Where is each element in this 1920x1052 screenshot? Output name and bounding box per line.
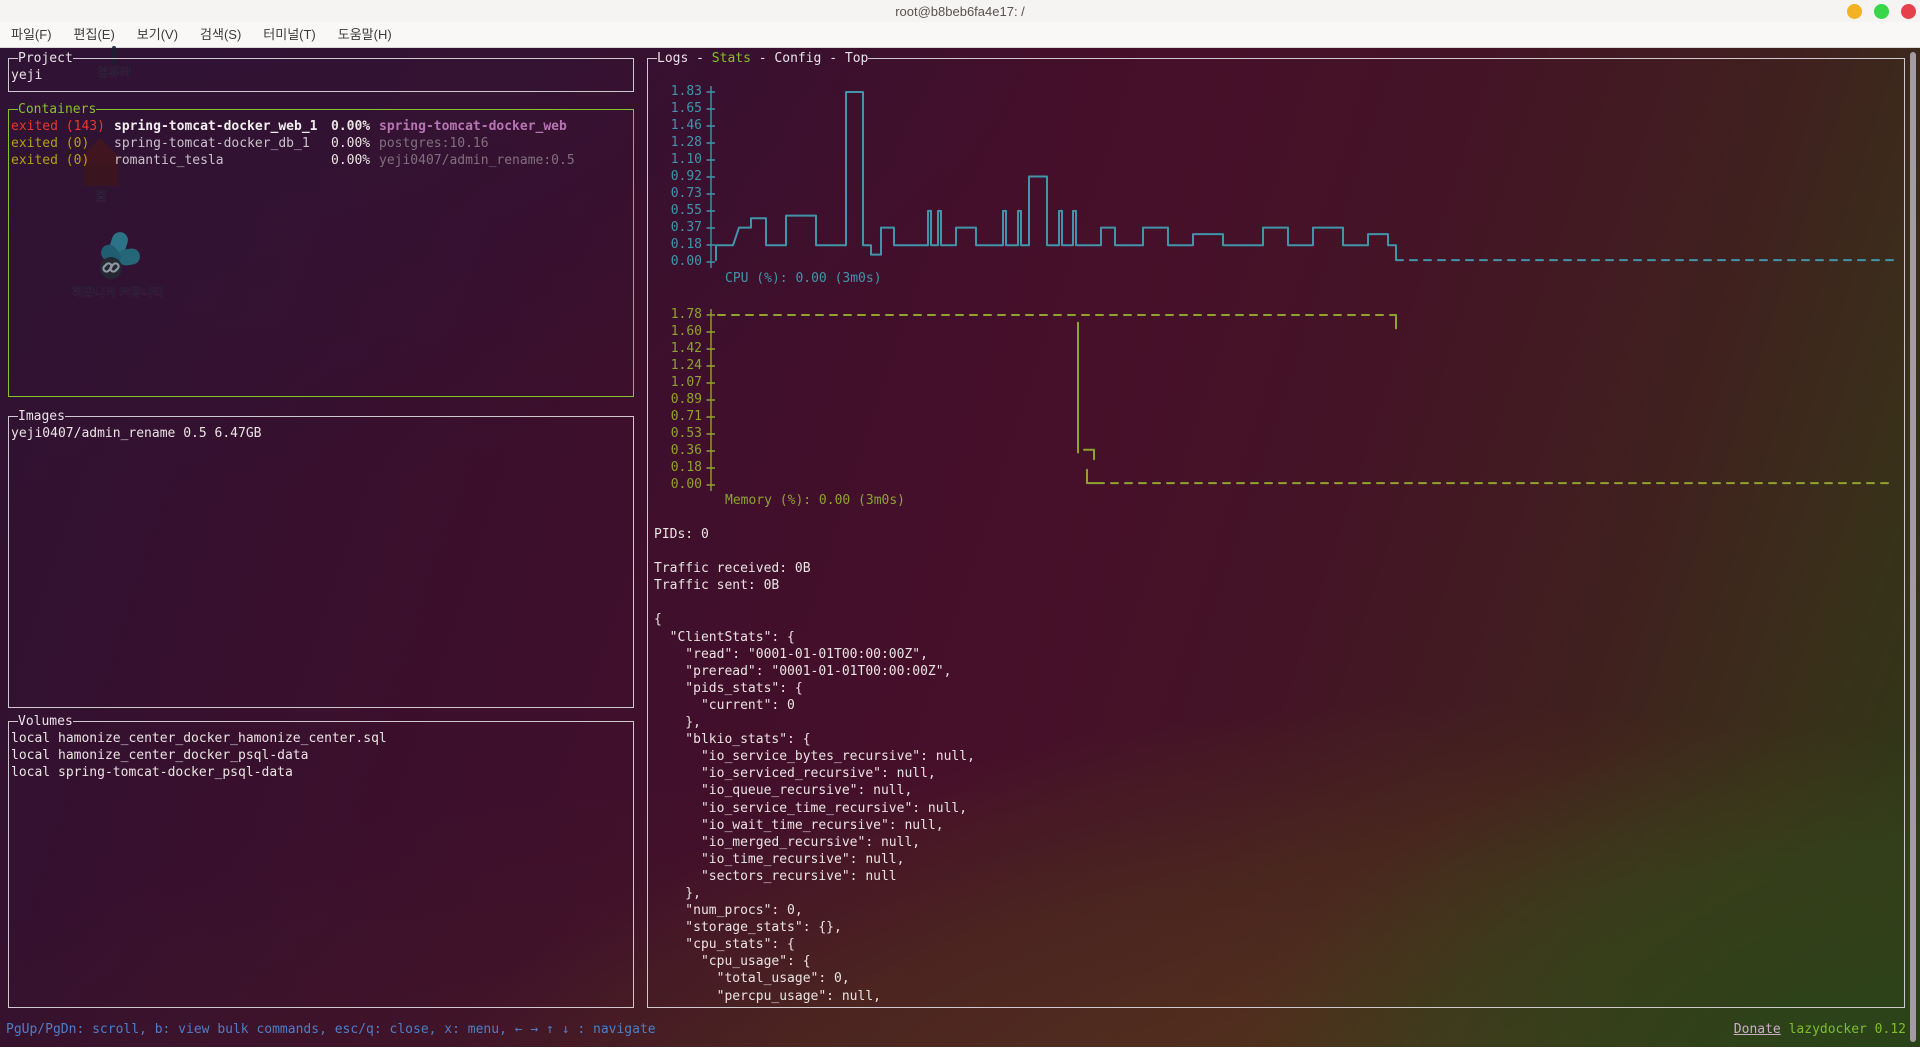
memory-chart-caption: Memory (%): 0.00 (3m0s) <box>725 492 905 509</box>
donate-link[interactable]: Donate <box>1734 1022 1781 1037</box>
container-row[interactable]: exited (0)romantic_tesla0.00%yeji0407/ad… <box>11 152 631 169</box>
window-title: root@b8beb6fa4e17: / <box>895 4 1025 19</box>
image-repository: yeji0407/admin_rename <box>11 425 175 442</box>
window-controls <box>1847 4 1916 19</box>
menu-item-2[interactable]: 보기(V) <box>126 22 189 48</box>
app-version: lazydocker 0.12 <box>1789 1022 1906 1037</box>
project-panel[interactable]: Project yeji <box>8 58 634 92</box>
maximize-button[interactable] <box>1874 4 1889 19</box>
menu-item-3[interactable]: 검색(S) <box>189 22 252 48</box>
cpu-chart <box>703 84 1903 274</box>
keybinding-help: PgUp/PgDn: scroll, b: view bulk commands… <box>0 1022 656 1037</box>
volumes-list: localhamonize_center_docker_hamonize_cen… <box>11 730 631 781</box>
container-row[interactable]: exited (143)spring-tomcat-docker_web_10.… <box>11 118 631 135</box>
terminal-scrollbar[interactable] <box>1910 52 1916 1042</box>
main-panel[interactable]: Logs - Stats - Config - Top 1.831.651.46… <box>647 58 1905 1008</box>
image-tag: 0.5 <box>183 425 206 442</box>
terminal: 컴퓨터 홈 하모니카 커뮤니티 <box>0 48 1920 1047</box>
volume-row[interactable]: localspring-tomcat-docker_psql-data <box>11 764 631 781</box>
volume-row[interactable]: localhamonize_center_docker_hamonize_cen… <box>11 730 631 747</box>
menu-item-1[interactable]: 편집(E) <box>63 22 126 48</box>
tab-logs[interactable]: Logs <box>657 50 688 67</box>
tab-config[interactable]: Config <box>774 50 821 67</box>
screen: root@b8beb6fa4e17: / 파일(F)편집(E)보기(V)검색(S… <box>0 0 1920 1047</box>
images-panel[interactable]: Images yeji0407/admin_rename 0.5 6.47GB <box>8 416 634 708</box>
cpu-chart-caption: CPU (%): 0.00 (3m0s) <box>725 270 882 287</box>
containers-list: exited (143)spring-tomcat-docker_web_10.… <box>11 118 631 169</box>
volumes-panel[interactable]: Volumes localhamonize_center_docker_hamo… <box>8 721 634 1008</box>
statusbar: PgUp/PgDn: scroll, b: view bulk commands… <box>0 1019 1920 1039</box>
container-stats-json: PIDs: 0 Traffic received: 0B Traffic sen… <box>654 526 975 1005</box>
menu-item-4[interactable]: 터미널(T) <box>252 22 326 48</box>
image-row[interactable]: yeji0407/admin_rename 0.5 6.47GB <box>11 425 631 442</box>
menu-item-0[interactable]: 파일(F) <box>0 22 63 48</box>
minimize-button[interactable] <box>1847 4 1862 19</box>
tab-top[interactable]: Top <box>845 50 868 67</box>
main-panel-tabs: Logs - Stats - Config - Top <box>648 50 1904 67</box>
containers-panel-title: Containers <box>18 101 96 118</box>
image-size: 6.47GB <box>215 425 262 442</box>
close-button[interactable] <box>1901 4 1916 19</box>
window-titlebar[interactable]: root@b8beb6fa4e17: / <box>0 0 1920 22</box>
project-panel-title: Project <box>18 50 73 67</box>
project-name[interactable]: yeji <box>11 67 42 84</box>
volume-row[interactable]: localhamonize_center_docker_psql-data <box>11 747 631 764</box>
container-row[interactable]: exited (0)spring-tomcat-docker_db_10.00%… <box>11 135 631 152</box>
tab-stats[interactable]: Stats <box>712 50 751 67</box>
volumes-panel-title: Volumes <box>18 713 73 730</box>
containers-panel[interactable]: Containers exited (143)spring-tomcat-doc… <box>8 109 634 397</box>
menubar: 파일(F)편집(E)보기(V)검색(S)터미널(T)도움말(H) <box>0 22 1920 48</box>
menu-item-5[interactable]: 도움말(H) <box>327 22 403 48</box>
images-panel-title: Images <box>18 408 65 425</box>
memory-chart <box>703 307 1903 497</box>
